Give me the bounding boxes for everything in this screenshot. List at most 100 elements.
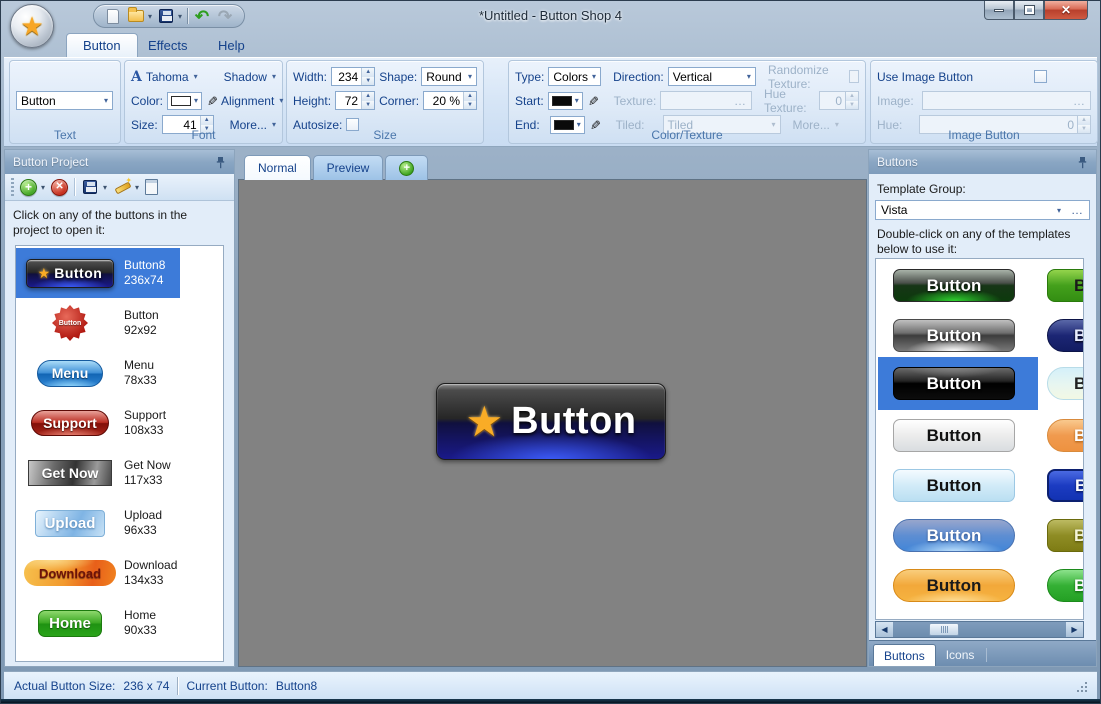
add-button[interactable]: + xyxy=(20,179,37,196)
maximize-button[interactable] xyxy=(1014,1,1044,20)
spin-down-icon[interactable]: ▼ xyxy=(362,101,374,110)
browse-ellipsis-icon[interactable]: … xyxy=(1071,203,1084,217)
spin-down-icon: ▼ xyxy=(846,101,858,110)
editor-area: Normal Preview + ★ Button xyxy=(238,149,867,667)
scroll-left-button[interactable]: ◀ xyxy=(876,622,893,637)
template-royal-blue[interactable]: Button xyxy=(1047,469,1084,502)
tab-button[interactable]: Button xyxy=(66,33,138,57)
main-area: Button Project + ▾ ✕ ▾ ▾ Click on any of… xyxy=(4,147,1097,671)
project-item-button8[interactable]: ★Button Button8236x74 xyxy=(16,248,223,298)
template-black-selected[interactable]: Button xyxy=(893,367,1015,400)
ribbon-group-image-button: Use Image Button Image: … Hue: 0 ▲▼ Imag… xyxy=(870,60,1098,144)
group-label-color-texture: Color/Texture xyxy=(509,128,865,142)
tab-add-view[interactable]: + xyxy=(385,155,428,180)
button-project-panel: Button Project + ▾ ✕ ▾ ▾ Click on any of… xyxy=(4,149,235,667)
template-blue-pill[interactable]: Button xyxy=(893,519,1015,552)
project-item-upload[interactable]: Upload Upload96x33 xyxy=(16,498,223,548)
corner-label: Corner: xyxy=(379,94,419,108)
template-peach-pill[interactable]: Button xyxy=(1047,419,1084,452)
spin-down-icon[interactable]: ▼ xyxy=(464,101,476,110)
direction-dropdown[interactable]: Vertical ▾ xyxy=(668,67,756,86)
template-orange-pill[interactable]: Button xyxy=(893,569,1015,602)
template-green-pill[interactable]: Button xyxy=(1047,569,1084,602)
template-white[interactable]: Button xyxy=(893,419,1015,452)
spin-up-icon[interactable]: ▲ xyxy=(464,92,476,101)
project-item-download[interactable]: Download Download134x33 xyxy=(16,548,223,598)
shadow-dropdown[interactable]: Shadow ▾ xyxy=(224,70,276,84)
font-name-dropdown[interactable]: Tahoma ▾ xyxy=(146,70,198,84)
template-group-dropdown[interactable]: Vista ▾ … xyxy=(875,200,1090,220)
spin-up-icon[interactable]: ▲ xyxy=(362,68,374,77)
spin-up-icon[interactable]: ▲ xyxy=(362,92,374,101)
scroll-right-button[interactable]: ▶ xyxy=(1066,622,1083,637)
height-spinner[interactable]: 72 ▲▼ xyxy=(335,91,375,110)
template-silver[interactable]: Button xyxy=(893,319,1015,352)
app-menu-orb-button[interactable]: ★ xyxy=(10,4,54,48)
width-spinner[interactable]: 234 ▲▼ xyxy=(331,67,375,86)
project-save-button[interactable] xyxy=(81,178,99,196)
tab-effects[interactable]: Effects xyxy=(132,33,204,57)
item-name: Upload xyxy=(124,508,162,523)
export-report-button[interactable] xyxy=(145,179,158,195)
eyedropper-icon[interactable]: ✎ xyxy=(203,95,219,106)
template-hscrollbar[interactable]: ◀ ▶ xyxy=(875,621,1084,638)
template-olive[interactable]: Button xyxy=(1047,519,1084,552)
alignment-dropdown[interactable]: Alignment ▾ xyxy=(221,94,283,108)
close-button[interactable]: ✕ xyxy=(1044,1,1088,20)
pin-icon[interactable] xyxy=(215,156,226,169)
item-size: 92x92 xyxy=(124,323,159,338)
use-image-button-label: Use Image Button xyxy=(877,70,973,84)
wand-dropdown-caret[interactable]: ▾ xyxy=(135,183,139,192)
scrollbar-thumb[interactable] xyxy=(929,623,959,636)
item-size: 134x33 xyxy=(124,573,177,588)
edited-button-preview[interactable]: ★ Button xyxy=(436,383,666,460)
template-green[interactable]: Button xyxy=(1047,269,1084,302)
shape-dropdown[interactable]: Round ▾ xyxy=(421,67,477,86)
group-label-size: Size xyxy=(287,128,483,142)
project-item-support[interactable]: Support Support108x33 xyxy=(16,398,223,448)
hue-texture-spinner: 0 ▲▼ xyxy=(819,91,859,110)
template-sky[interactable]: Button xyxy=(893,469,1015,502)
project-item-menu[interactable]: Menu Menu78x33 xyxy=(16,348,223,398)
corner-spinner[interactable]: 20 % ▲▼ xyxy=(423,91,477,110)
start-color-picker[interactable]: ▾ xyxy=(548,92,583,110)
button-thumbnail: Get Now xyxy=(28,460,112,486)
project-item-getnow[interactable]: Get Now Get Now117x33 xyxy=(16,448,223,498)
spin-down-icon[interactable]: ▼ xyxy=(362,77,374,86)
template-green-glow[interactable]: Button xyxy=(893,269,1015,302)
wizard-wand-button[interactable] xyxy=(113,179,131,195)
template-navy-pill[interactable]: Button xyxy=(1047,319,1084,352)
resize-grip[interactable] xyxy=(1075,680,1087,692)
tab-preview[interactable]: Preview xyxy=(313,155,384,180)
tab-icons[interactable]: Icons xyxy=(936,644,985,666)
templates-panel: Buttons Template Group: Vista ▾ … Double… xyxy=(868,149,1097,667)
item-name: Support xyxy=(124,408,166,423)
button-thumbnail: Download xyxy=(24,560,116,586)
button-thumbnail: Home xyxy=(38,610,102,637)
tab-buttons[interactable]: Buttons xyxy=(873,644,936,666)
project-item-home[interactable]: Home Home90x33 xyxy=(16,598,223,648)
project-toolbar: + ▾ ✕ ▾ ▾ xyxy=(5,174,234,201)
add-dropdown-caret[interactable]: ▾ xyxy=(41,183,45,192)
minimize-button[interactable] xyxy=(984,1,1014,20)
use-image-button-checkbox[interactable] xyxy=(1034,70,1047,83)
type-dropdown[interactable]: Colors ▾ xyxy=(548,67,601,86)
tab-help[interactable]: Help xyxy=(202,33,261,57)
project-save-dropdown-caret[interactable]: ▾ xyxy=(103,183,107,192)
design-canvas[interactable]: ★ Button xyxy=(238,179,867,667)
template-pale-pill[interactable]: Button xyxy=(1047,367,1084,400)
eyedropper-icon[interactable]: ✎ xyxy=(584,95,600,106)
delete-button[interactable]: ✕ xyxy=(51,179,68,196)
button-text-combobox[interactable]: Button ▾ xyxy=(16,91,113,110)
pin-icon[interactable] xyxy=(1077,156,1088,169)
spin-up-icon[interactable]: ▲ xyxy=(201,116,213,125)
minimize-icon xyxy=(994,9,1004,12)
item-name: Download xyxy=(124,558,177,573)
button-thumbnail: ★Button xyxy=(26,259,114,288)
project-item-button[interactable]: Button Button92x92 xyxy=(16,298,223,348)
tab-normal[interactable]: Normal xyxy=(244,155,311,180)
star-logo-icon: ★ xyxy=(20,13,43,39)
font-color-picker[interactable]: ▾ xyxy=(167,92,202,110)
color-swatch-black xyxy=(552,96,572,106)
template-list: Button Button Button Button Button Butto… xyxy=(875,258,1084,620)
